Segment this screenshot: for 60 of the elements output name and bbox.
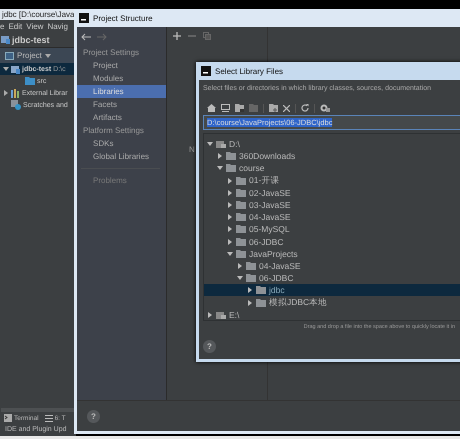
show-hidden-icon[interactable] xyxy=(320,104,330,112)
folder-icon xyxy=(25,77,35,85)
module-icon xyxy=(1,35,10,44)
window-title: Select Library Files xyxy=(215,66,284,76)
sidebar-item[interactable]: Artifacts xyxy=(77,111,166,124)
sidebar-item[interactable]: Libraries xyxy=(77,85,166,98)
menu-item[interactable]: Edit xyxy=(8,22,22,30)
expand-arrow-icon xyxy=(3,66,9,72)
sidebar-item[interactable]: Facets xyxy=(77,98,166,111)
tree-item[interactable]: 02-JavaSE xyxy=(204,186,460,199)
expand-arrow-icon xyxy=(207,312,213,318)
tree-item[interactable]: JavaProjects xyxy=(204,248,460,260)
close-icon[interactable] xyxy=(283,104,290,112)
folder-icon[interactable] xyxy=(235,104,244,112)
tree-item[interactable]: 360Downloads xyxy=(204,150,460,162)
tree-item[interactable]: 06-JDBC xyxy=(204,236,460,248)
list-icon xyxy=(44,414,53,422)
desktop-icon[interactable] xyxy=(221,104,230,112)
sidebar-item[interactable]: Project xyxy=(77,59,166,72)
app-icon xyxy=(79,13,89,23)
empty-message: N xyxy=(189,145,195,154)
tree-item[interactable]: 04-JavaSE xyxy=(204,211,460,224)
tree-item[interactable]: 04-JavaSE xyxy=(204,260,460,272)
sidebar-item[interactable]: SDKs xyxy=(77,137,166,150)
drive-icon xyxy=(216,310,226,319)
help-button[interactable]: ? xyxy=(87,410,100,422)
module-icon xyxy=(11,64,20,74)
tree-item[interactable]: 01-开课 xyxy=(204,174,460,187)
menu-item[interactable]: View xyxy=(26,22,44,30)
tree-item[interactable]: jdbc xyxy=(204,284,460,296)
refresh-icon[interactable] xyxy=(301,104,309,112)
back-arrow-icon[interactable] xyxy=(81,33,91,41)
sidebar-item[interactable]: Global Libraries xyxy=(77,150,166,163)
section-heading: Platform Settings xyxy=(82,125,145,137)
tree-item[interactable]: 模拟JDBC本地 xyxy=(204,296,460,309)
panel-header[interactable]: Project xyxy=(0,48,76,63)
window-title: jdbc [D:\course\Java xyxy=(0,9,76,20)
tree-item[interactable]: course xyxy=(204,162,460,175)
home-icon[interactable] xyxy=(207,104,216,112)
app-icon xyxy=(201,66,211,76)
section-heading: Project Settings xyxy=(82,47,140,59)
menu-item[interactable]: Navig xyxy=(47,22,68,30)
dropdown-icon xyxy=(44,54,51,58)
library-icon xyxy=(11,88,20,98)
scratches-icon xyxy=(11,100,21,110)
help-button[interactable]: ? xyxy=(203,340,216,353)
expand-arrow-icon xyxy=(3,90,9,96)
tree-item[interactable]: 06-JDBC xyxy=(204,272,460,284)
terminal-icon xyxy=(4,414,12,422)
tree-item[interactable]: E:\ xyxy=(204,308,460,320)
drive-icon xyxy=(216,140,226,148)
sidebar-item[interactable]: Modules xyxy=(77,72,166,85)
window-title: Project Structure xyxy=(93,14,153,22)
new-folder-icon[interactable] xyxy=(269,104,278,112)
tree-item[interactable]: 05-MySQL xyxy=(204,223,460,236)
panel-icon xyxy=(5,52,14,60)
tree-item[interactable]: D:\ xyxy=(204,138,460,150)
tree-item[interactable]: 03-JavaSE xyxy=(204,198,460,212)
add-icon[interactable] xyxy=(173,32,181,40)
menu-item[interactable]: e xyxy=(0,22,4,30)
